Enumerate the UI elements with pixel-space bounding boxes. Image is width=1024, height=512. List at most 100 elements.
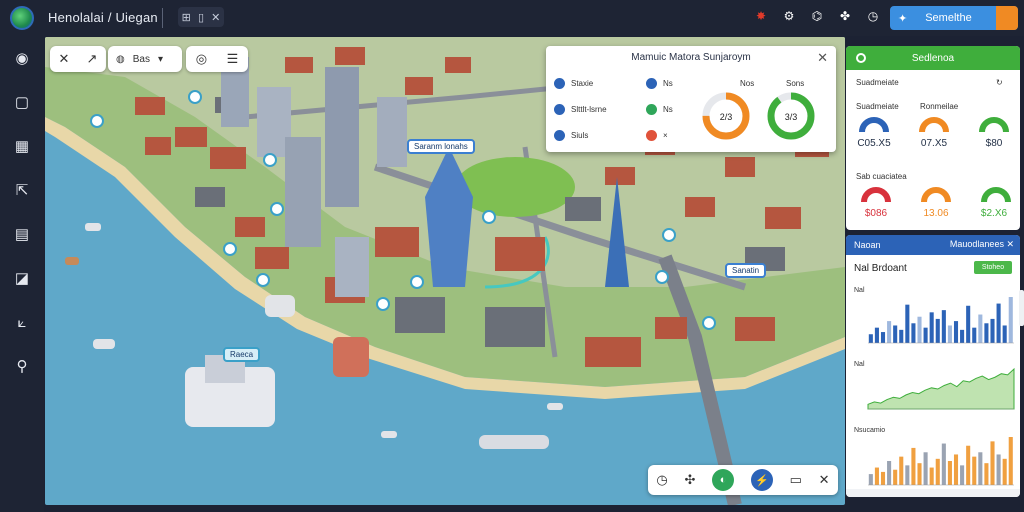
legend-item[interactable]: Staxie: [554, 78, 593, 89]
donut-label-2: Sons: [786, 79, 805, 88]
chart-bar: [899, 456, 904, 485]
layout-icon[interactable]: ⊞: [182, 11, 191, 24]
gauge-value-3: $80: [985, 138, 1003, 149]
robot-icon[interactable]: ⚙: [780, 7, 798, 25]
chart-bar: [953, 321, 959, 343]
donut-value-1: 2/3: [719, 112, 733, 122]
nav-toolbar: ✕ ↗: [50, 46, 106, 72]
legend-swatch: [554, 78, 565, 89]
chart-bar: [996, 303, 1001, 343]
legend-label: Slttlt-lsrne: [571, 105, 607, 114]
park: [455, 157, 575, 217]
network-icon[interactable]: ⌬: [808, 7, 826, 25]
chart-bar: [874, 467, 879, 485]
chart-bar: [941, 443, 946, 485]
search-accent: [996, 6, 1018, 30]
legend-label: ×: [663, 131, 668, 140]
legend-item[interactable]: Siuls: [554, 130, 588, 141]
legend-item[interactable]: ×: [646, 130, 668, 141]
chart-bar: [874, 327, 879, 343]
gauge-value-4: $086: [864, 208, 888, 219]
chart-bar: [996, 454, 1001, 485]
layers-icon[interactable]: ▢: [10, 90, 34, 114]
close-route-icon[interactable]: ✕: [59, 51, 70, 67]
station-label[interactable]: Sanatin: [725, 263, 767, 278]
history-icon[interactable]: ◷: [656, 472, 667, 488]
gauge-arc: [919, 117, 949, 133]
chart-bar: [887, 461, 892, 485]
district-label[interactable]: Saranm lonahs: [407, 139, 475, 154]
legend-swatch: [554, 104, 565, 115]
theme-icon[interactable]: ◐: [712, 469, 735, 491]
sparkle-icon: ✦: [898, 12, 908, 25]
chart-bar: [1002, 325, 1007, 343]
chart-bar: [960, 465, 965, 485]
popup-close-icon[interactable]: ✕: [817, 50, 828, 66]
frame-icon[interactable]: ▭: [790, 472, 802, 488]
globe-logo-icon[interactable]: [10, 6, 34, 30]
quick-action-icon[interactable]: ⚡: [750, 469, 773, 491]
chart-icon[interactable]: ◪: [10, 266, 34, 290]
alert-icon[interactable]: ✸: [752, 7, 770, 25]
menu-icon[interactable]: ☰: [227, 51, 239, 67]
panel-icon[interactable]: ▯: [198, 11, 204, 24]
chart-bar: [911, 323, 916, 343]
grid-icon[interactable]: ▦: [10, 134, 34, 158]
chart-bar: [941, 310, 946, 343]
layer-label: Bas: [132, 53, 150, 65]
chart-bar: [917, 316, 922, 343]
chart-bar: [935, 458, 940, 485]
metrics-panel: Sedlenoa Suadmeiate ↻ Suadmeiate Ronmeil…: [846, 46, 1020, 230]
chart-bar: [984, 323, 989, 343]
layer-icon: ◍: [116, 53, 125, 65]
chart-bar: [953, 454, 959, 485]
top-bar: Henolalai / Uiegan ⊞ ▯ ✕ ✸ ⚙ ⌬ ✤ ◷ ✦ Semelth…: [0, 0, 1024, 36]
mini-charts: [867, 297, 1015, 486]
clock-icon[interactable]: ◷: [864, 7, 882, 25]
clear-icon[interactable]: ✕: [819, 472, 830, 488]
chart-bar: [893, 469, 898, 485]
search-button[interactable]: ✦ Semelthe: [890, 6, 1018, 30]
legend-item[interactable]: Ns: [646, 104, 673, 115]
chart-bar: [917, 463, 922, 485]
puzzle-icon[interactable]: ✤: [836, 7, 854, 25]
chart-area: [867, 367, 1015, 410]
measure-icon[interactable]: ⟀: [10, 310, 34, 334]
arrow-icon[interactable]: ↗: [87, 51, 98, 67]
chart-bar: [978, 314, 983, 343]
window-controls: ⊞ ▯ ✕: [178, 7, 224, 27]
river-label[interactable]: Raeca: [223, 347, 261, 362]
chart-bar: [905, 304, 910, 343]
app-title: Henolalai / Uiegan: [48, 10, 158, 25]
chart-bar: [978, 452, 983, 485]
legend-label: Siuls: [571, 131, 589, 140]
view-toolbar: ◎ ☰: [186, 46, 248, 72]
legend-item[interactable]: Slttlt-lsrne: [554, 104, 607, 115]
user-icon[interactable]: ⚲: [10, 354, 34, 378]
export-icon[interactable]: ⇱: [10, 178, 34, 202]
map-controls: ◷ ✣ ◐ ⚡ ▭ ✕: [648, 465, 838, 495]
chart-bar: [911, 447, 916, 485]
chart-bar: [972, 327, 977, 343]
chart-bar: [868, 474, 873, 485]
left-rail: ◉ ▢ ▦ ⇱ ▤ ◪ ⟀ ⚲: [0, 36, 44, 512]
panel-scroll-handle[interactable]: [1019, 290, 1024, 326]
chart-bar: [990, 318, 995, 343]
close-icon[interactable]: ✕: [211, 11, 220, 24]
chart-bar: [893, 325, 898, 343]
chart-bar: [923, 452, 928, 485]
layer-selector[interactable]: ◍ Bas ▾: [108, 46, 182, 72]
legend-swatch: [646, 130, 657, 141]
chart-bar: [880, 332, 886, 343]
chart-bar: [984, 463, 989, 485]
chart-bar: [1008, 437, 1013, 485]
legend-swatch: [554, 130, 565, 141]
report-icon[interactable]: ▤: [10, 222, 34, 246]
chart-bar: [966, 305, 971, 343]
chart-bar: [1008, 297, 1013, 343]
compass-icon[interactable]: ◉: [10, 46, 34, 70]
pan-icon[interactable]: ✣: [684, 472, 695, 488]
gauge-value-2: 07.X5: [920, 138, 948, 149]
globe-icon[interactable]: ◎: [196, 51, 207, 67]
legend-item[interactable]: Ns: [646, 78, 673, 89]
